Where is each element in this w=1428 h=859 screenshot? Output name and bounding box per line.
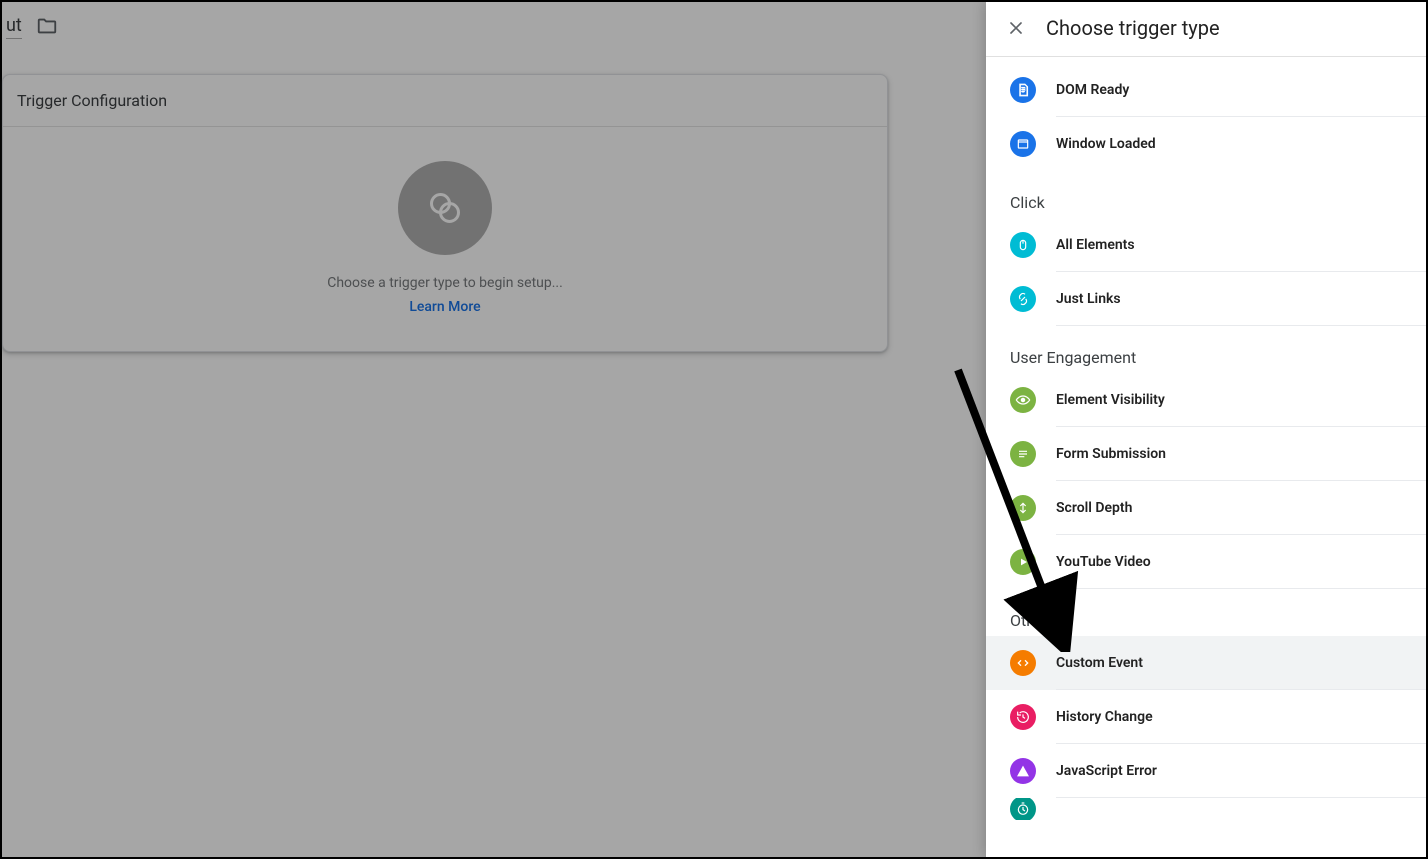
document-icon (1010, 77, 1036, 103)
trigger-option-just-links[interactable]: Just Links (1010, 272, 1426, 326)
section-label-click: Click (1010, 193, 1426, 212)
scroll-icon (1010, 495, 1036, 521)
play-icon (1010, 549, 1036, 575)
trigger-option-label: Element Visibility (1056, 392, 1165, 408)
mouse-icon (1010, 232, 1036, 258)
code-icon (1010, 650, 1036, 676)
trigger-option-form-submission[interactable]: Form Submission (1010, 427, 1426, 481)
trigger-option-youtube-video[interactable]: YouTube Video (1010, 535, 1426, 589)
timer-icon (1010, 798, 1036, 820)
trigger-option-scroll-depth[interactable]: Scroll Depth (1010, 481, 1426, 535)
trigger-option-element-visibility[interactable]: Element Visibility (1010, 373, 1426, 427)
warning-icon (1010, 758, 1036, 784)
trigger-type-panel: Choose trigger type DOM Ready Window Loa… (986, 2, 1426, 857)
eye-icon (1010, 387, 1036, 413)
trigger-option-label: Window Loaded (1056, 136, 1156, 152)
window-icon (1010, 131, 1036, 157)
trigger-option-label: Just Links (1056, 291, 1121, 307)
close-icon[interactable] (1000, 12, 1032, 44)
trigger-option-history-change[interactable]: History Change (1010, 690, 1426, 744)
section-label-other: Other (1010, 611, 1426, 630)
trigger-option-label: History Change (1056, 709, 1153, 725)
trigger-option-label: DOM Ready (1056, 82, 1129, 98)
trigger-option-javascript-error[interactable]: JavaScript Error (1010, 744, 1426, 798)
list-icon (1010, 441, 1036, 467)
section-label-engagement: User Engagement (1010, 348, 1426, 367)
trigger-option-timer-peek[interactable] (1010, 798, 1426, 820)
trigger-option-custom-event[interactable]: Custom Event (986, 636, 1426, 690)
link-icon (1010, 286, 1036, 312)
trigger-option-label: YouTube Video (1056, 554, 1151, 570)
panel-title: Choose trigger type (1046, 16, 1220, 40)
history-icon (1010, 704, 1036, 730)
trigger-option-label: JavaScript Error (1056, 763, 1157, 779)
trigger-option-label: Form Submission (1056, 446, 1166, 462)
trigger-option-label: Scroll Depth (1056, 500, 1132, 516)
trigger-option-label: All Elements (1056, 237, 1135, 253)
trigger-option-all-elements[interactable]: All Elements (1010, 218, 1426, 272)
trigger-option-label: Custom Event (1056, 655, 1143, 671)
trigger-option-window-loaded[interactable]: Window Loaded (1010, 117, 1426, 171)
trigger-option-dom-ready[interactable]: DOM Ready (1010, 63, 1426, 117)
